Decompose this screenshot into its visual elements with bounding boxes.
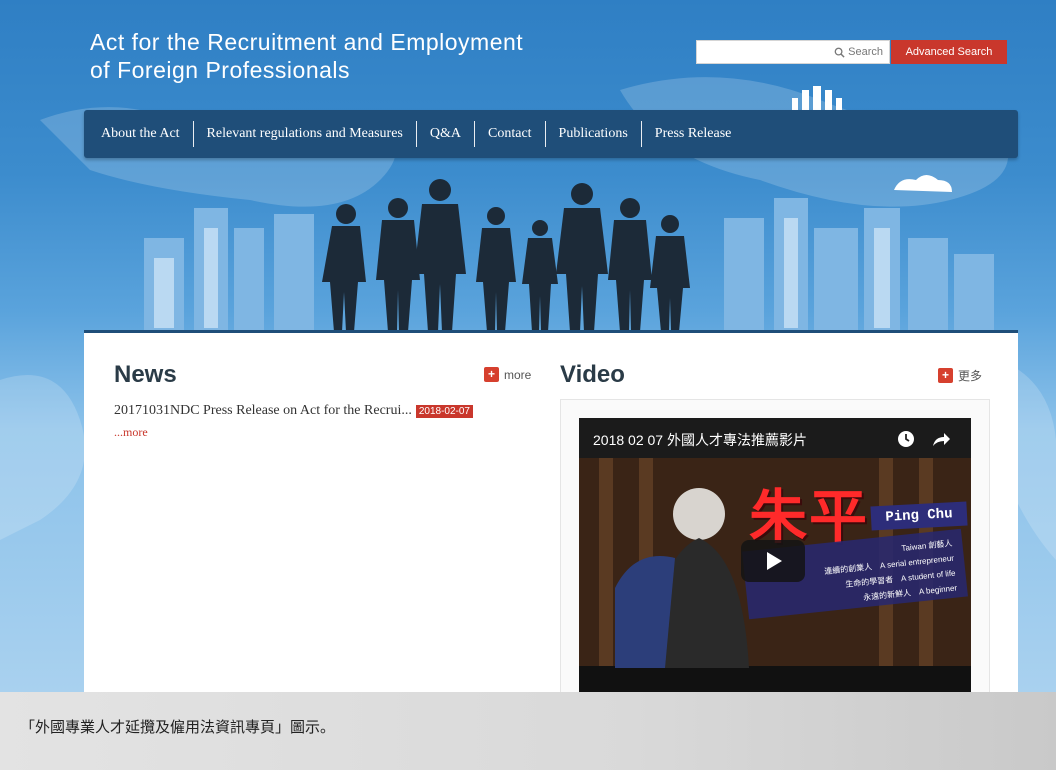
search-icon [834,47,845,58]
site-title-line2: of Foreign Professionals [90,57,351,83]
news-item-more-link[interactable]: ...more [114,425,148,440]
video-caption: 2018 02 07 外國人才專法推薦影片 [593,432,807,448]
news-date-badge: 2018-02-07 [415,404,473,418]
plus-icon: + [484,367,499,382]
nav-press-release[interactable]: Press Release [642,121,745,147]
plus-icon: + [938,368,953,383]
nav-about-the-act[interactable]: About the Act [88,121,193,147]
news-item[interactable]: 20171031NDC Press Release on Act for the… [114,403,473,419]
nav-qa[interactable]: Q&A [417,121,474,147]
advanced-search-button[interactable]: Advanced Search [891,40,1007,64]
video-panel: 2018 02 07 外國人才專法推薦影片 朱平 Ping Chu Taiwan… [560,399,990,692]
share-icon[interactable] [931,430,951,448]
search-input[interactable]: Search [696,40,890,64]
nav-relevant-regulations[interactable]: Relevant regulations and Measures [194,121,416,147]
main-content: News + more 20171031NDC Press Release on… [84,330,1018,692]
nav-divider [544,121,546,147]
video-more-label: 更多 [958,369,983,383]
video-more-link[interactable]: + 更多 [938,367,982,384]
site-title-line1: Act for the Recruitment and Employment [90,29,524,55]
video-heading: Video [560,361,625,388]
news-heading: News [114,361,177,388]
site-title[interactable]: Act for the Recruitment and Employment o… [90,28,523,84]
video-english-name: Ping Chu [870,501,968,531]
play-button[interactable] [741,540,805,582]
nav-divider [474,121,475,147]
nav-divider [192,121,194,147]
video-player[interactable]: 2018 02 07 外國人才專法推薦影片 朱平 Ping Chu Taiwan… [579,418,971,692]
site-logo-icon [792,86,842,110]
news-more-label: more [504,367,532,382]
news-item-title: 20171031NDC Press Release on Act for the… [114,403,412,418]
hero-banner-skyline [144,175,994,332]
nav-divider [640,121,642,147]
main-nav: About the Act Relevant regulations and M… [84,110,1018,158]
nav-contact[interactable]: Contact [475,121,545,147]
watch-later-icon[interactable] [897,430,915,448]
figure-caption: 「外國專業人才延攬及僱用法資訊專頁」圖示。 [20,718,336,736]
nav-publications[interactable]: Publications [546,121,641,147]
search-label: Search [848,46,883,58]
news-more-link[interactable]: + more [484,367,531,382]
nav-divider [415,121,417,147]
figure-caption-band: 「外國專業人才延攬及僱用法資訊專頁」圖示。 [0,692,1056,770]
website-screenshot: Act for the Recruitment and Employment o… [0,0,1056,692]
